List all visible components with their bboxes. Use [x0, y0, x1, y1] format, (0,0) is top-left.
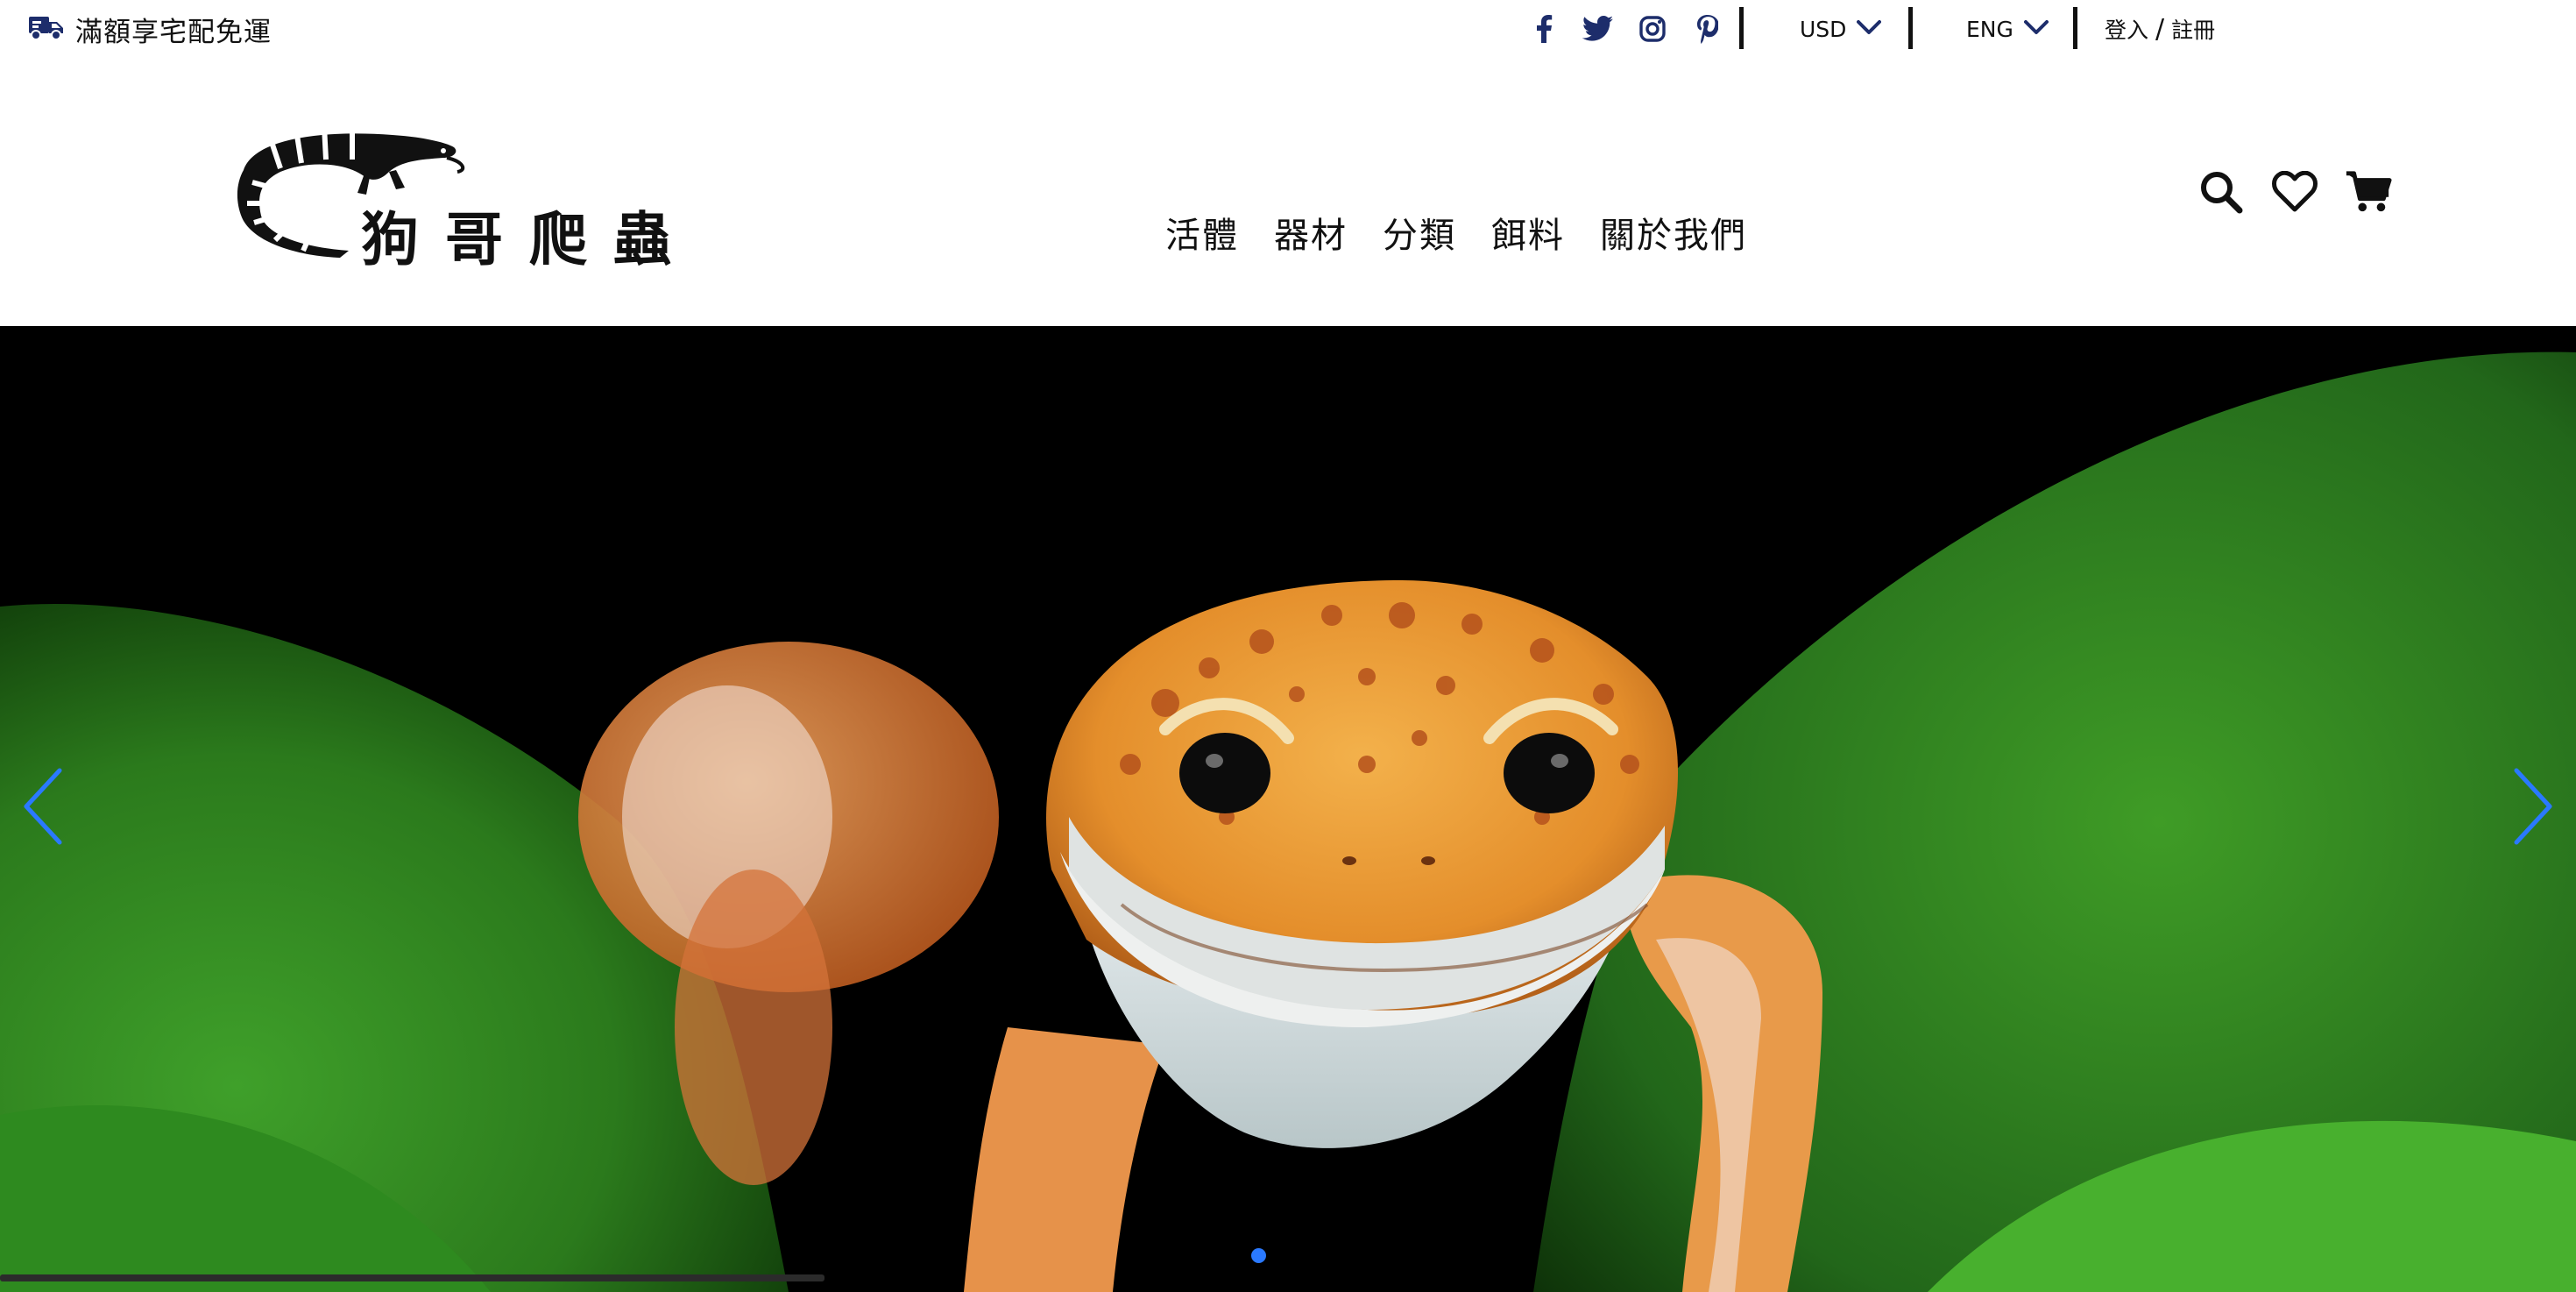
- divider: [1908, 7, 1913, 49]
- chevron-right-icon: [2511, 767, 2555, 849]
- top-utility-bar: 滿額享宅配免運 USD ENG 登入 / 註冊: [0, 0, 2576, 58]
- slider-dot[interactable]: [1251, 1248, 1266, 1263]
- free-shipping-promo: 滿額享宅配免運: [28, 11, 272, 48]
- twitter-icon[interactable]: [1582, 13, 1614, 45]
- nav-item-live-animals[interactable]: 活體: [1165, 207, 1239, 258]
- language-value: ENG: [1966, 16, 2013, 42]
- currency-selector[interactable]: USD: [1800, 11, 1882, 47]
- register-link[interactable]: 註冊: [2171, 13, 2215, 45]
- main-navigation: 活體 器材 分類 餌料 關於我們: [1165, 207, 1747, 258]
- currency-value: USD: [1800, 16, 1847, 42]
- heart-icon[interactable]: [2271, 168, 2318, 216]
- slider-prev-button[interactable]: [12, 764, 74, 852]
- language-selector[interactable]: ENG: [1966, 11, 2049, 47]
- auth-links: 登入 / 註冊: [2105, 11, 2215, 47]
- divider: [2073, 7, 2077, 49]
- login-link[interactable]: 登入: [2105, 13, 2148, 45]
- nav-item-about-us[interactable]: 關於我們: [1600, 207, 1747, 258]
- hero-slider: [0, 326, 2576, 1292]
- auth-separator: /: [2155, 13, 2165, 45]
- pinterest-icon[interactable]: [1691, 13, 1723, 45]
- slider-pagination: [1251, 1248, 1266, 1263]
- slider-next-button[interactable]: [2502, 764, 2564, 852]
- site-logo[interactable]: 狗哥爬蟲: [217, 119, 690, 273]
- hero-image-leopard-gecko: [0, 326, 2576, 1292]
- cart-icon[interactable]: [2345, 168, 2392, 216]
- chevron-down-icon: [2023, 19, 2049, 39]
- instagram-icon[interactable]: [1637, 13, 1668, 45]
- nav-item-equipment[interactable]: 器材: [1274, 207, 1348, 258]
- slider-progress-fill: [0, 1274, 824, 1281]
- truck-icon: [28, 14, 65, 44]
- nav-item-feeders[interactable]: 餌料: [1491, 207, 1565, 258]
- search-icon[interactable]: [2197, 168, 2245, 216]
- site-header: 狗哥爬蟲 活體 器材 分類 餌料 關於我們: [0, 58, 2576, 326]
- nav-item-categories[interactable]: 分類: [1383, 207, 1456, 258]
- logo-text: 狗哥爬蟲: [361, 205, 690, 268]
- facebook-icon[interactable]: [1528, 13, 1560, 45]
- chevron-left-icon: [21, 767, 65, 849]
- divider: [1739, 7, 1744, 49]
- header-tools: [2197, 168, 2392, 216]
- social-links: [1528, 11, 1723, 47]
- slider-progress-bar: [0, 1274, 2576, 1281]
- promo-text: 滿額享宅配免運: [75, 16, 272, 48]
- chevron-down-icon: [1857, 19, 1882, 39]
